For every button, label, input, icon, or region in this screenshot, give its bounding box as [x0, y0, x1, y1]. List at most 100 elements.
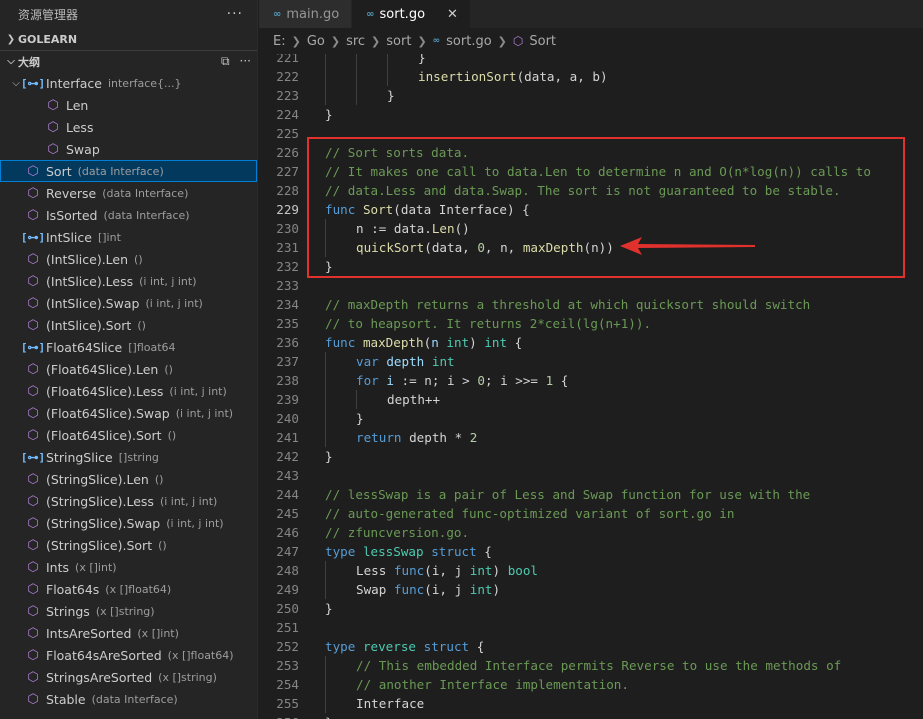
outline-item-detail: (i int, j int)	[159, 494, 218, 508]
project-section-header[interactable]: ❯ GOLEARN	[0, 28, 257, 50]
code-line[interactable]: 244 // lessSwap is a pair of Less and Swa…	[259, 485, 923, 504]
code-line[interactable]: 243	[259, 466, 923, 485]
code-line[interactable]: 222 insertionSort(data, a, b)	[259, 67, 923, 86]
code-line[interactable]: 224}	[259, 105, 923, 124]
outline-item[interactable]: ⬡ (IntSlice).Swap (i int, j int)	[0, 292, 257, 314]
code-line[interactable]: 245 // auto-generated func-optimized vari…	[259, 504, 923, 523]
code-line[interactable]: 238 for i := n; i > 0; i >>= 1 {	[259, 371, 923, 390]
code-line[interactable]: 253 // This embedded Interface permits Re…	[259, 656, 923, 675]
code-line[interactable]: 233	[259, 276, 923, 295]
outline-item[interactable]: ⬡ (IntSlice).Less (i int, j int)	[0, 270, 257, 292]
code-line[interactable]: 221}	[259, 54, 923, 67]
chevron-right-icon: ❯	[371, 34, 381, 48]
editor-tab[interactable]: ∞ main.go	[259, 0, 353, 28]
breadcrumb-segment[interactable]: Go	[307, 34, 325, 49]
outline-item[interactable]: ⬡ (Float64Slice).Sort ()	[0, 424, 257, 446]
outline-item[interactable]: ⬡ Ints (x []int)	[0, 556, 257, 578]
outline-item[interactable]: [⊶] IntSlice []int	[0, 226, 257, 248]
outline-item-detail: (x []string)	[95, 604, 155, 618]
code-line[interactable]: 254 // another Interface implementation.	[259, 675, 923, 694]
code-line[interactable]: 239 depth++	[259, 390, 923, 409]
code-line[interactable]: 240}	[259, 409, 923, 428]
breadcrumb-segment[interactable]: Sort	[529, 34, 556, 49]
outline-item[interactable]: ⬡ (IntSlice).Len ()	[0, 248, 257, 270]
indent-guide	[325, 675, 326, 694]
outline-item[interactable]: ⬡ Float64sAreSorted (x []float64)	[0, 644, 257, 666]
breadcrumb-segment[interactable]: E:	[273, 34, 286, 49]
code-text: // lessSwap is a pair of Less and Swap f…	[325, 485, 810, 504]
code-line[interactable]: 235 // to heapsort. It returns 2*ceil(lg(…	[259, 314, 923, 333]
more-actions-icon[interactable]: ···	[227, 6, 243, 22]
code-line[interactable]: 241 return depth * 2	[259, 428, 923, 447]
outline-item[interactable]: [⊶] StringSlice []string	[0, 446, 257, 468]
breadcrumb-segment[interactable]: sort.go	[446, 34, 492, 49]
code-line[interactable]: 237 var depth int	[259, 352, 923, 371]
outline-item-label: (StringSlice).Swap	[46, 515, 161, 531]
outline-item-label: (Float64Slice).Len	[46, 361, 159, 377]
code-line[interactable]: 247 type lessSwap struct {	[259, 542, 923, 561]
editor-tab[interactable]: ∞ sort.go ✕	[352, 0, 471, 28]
code-line[interactable]: 251	[259, 618, 923, 637]
method-cube-icon: ⬡	[27, 625, 39, 641]
outline-item[interactable]: ⬡ (StringSlice).Less (i int, j int)	[0, 490, 257, 512]
collapse-all-icon[interactable]: ⧉	[221, 54, 230, 69]
outline-item-detail: ()	[167, 428, 177, 442]
line-number: 248	[276, 563, 299, 578]
outline-item[interactable]: ⬡ Swap	[0, 138, 257, 160]
outline-item-label: Len	[66, 97, 89, 113]
breadcrumb-segment[interactable]: sort	[386, 34, 411, 49]
outline-item[interactable]: ⬡ (StringSlice).Len ()	[0, 468, 257, 490]
outline-item-label: Sort	[46, 163, 72, 179]
outline-item-detail: (x []string)	[158, 670, 217, 684]
outline-item[interactable]: ⬡ Stable (data Interface)	[0, 688, 257, 710]
indent-guide	[325, 409, 326, 428]
outline-item[interactable]: ⬡ Len	[0, 94, 257, 116]
outline-item[interactable]: ⬡ Reverse (data Interface)	[0, 182, 257, 204]
field-icon: [⊶]	[20, 230, 46, 244]
code-line[interactable]: 246 // zfuncversion.go.	[259, 523, 923, 542]
close-icon[interactable]: ✕	[447, 7, 458, 22]
outline-item[interactable]: ⬡ IntsAreSorted (x []int)	[0, 622, 257, 644]
outline-item-detail: ()	[137, 318, 146, 332]
outline-item[interactable]: ⬡ (Float64Slice).Swap (i int, j int)	[0, 402, 257, 424]
outline-item-label: Less	[66, 119, 94, 135]
code-line[interactable]: 223}	[259, 86, 923, 105]
outline-item[interactable]: ⬡ (StringSlice).Swap (i int, j int)	[0, 512, 257, 534]
code-token: bool	[507, 563, 539, 578]
code-line[interactable]: 242}	[259, 447, 923, 466]
code-text: type reverse struct {	[325, 637, 484, 656]
outline-item[interactable]: ⌵ [⊶] Interface interface{...}	[0, 72, 257, 94]
code-token: int	[446, 335, 470, 350]
outline-item-label: Reverse	[46, 185, 97, 201]
outline-section-header[interactable]: ⌵ 大纲 ⧉ ···	[0, 50, 257, 72]
code-line[interactable]: 236 func maxDepth(n int) int {	[259, 333, 923, 352]
more-actions-icon[interactable]: ···	[240, 54, 251, 69]
indent-guide	[325, 580, 326, 599]
outline-item[interactable]: ⬡ Float64s (x []float64)	[0, 578, 257, 600]
outline-item[interactable]: ⬡ StringsAreSorted (x []string)	[0, 666, 257, 688]
code-line[interactable]: 249 Swap func(i, j int)	[259, 580, 923, 599]
outline-item-label: StringSlice	[46, 449, 113, 465]
code-line[interactable]: 234 // maxDepth returns a threshold at wh…	[259, 295, 923, 314]
method-cube-icon: ⬡	[27, 471, 39, 487]
outline-item-detail: ()	[164, 362, 173, 376]
outline-item[interactable]: [⊶] Float64Slice []float64	[0, 336, 257, 358]
breadcrumb-segment[interactable]: src	[346, 34, 365, 49]
code-line[interactable]: 256}	[259, 713, 923, 719]
method-cube-icon: ⬡	[27, 273, 39, 289]
outline-item[interactable]: ⬡ (IntSlice).Sort ()	[0, 314, 257, 336]
code-line[interactable]: 250}	[259, 599, 923, 618]
code-token: maxDepth	[362, 335, 424, 350]
outline-item[interactable]: ⬡ Strings (x []string)	[0, 600, 257, 622]
code-line[interactable]: 255 Interface	[259, 694, 923, 713]
outline-item[interactable]: ⬡ (Float64Slice).Len ()	[0, 358, 257, 380]
code-line[interactable]: 252 type reverse struct {	[259, 637, 923, 656]
outline-item[interactable]: ⬡ Less	[0, 116, 257, 138]
outline-item[interactable]: ⬡ (StringSlice).Sort ()	[0, 534, 257, 556]
outline-item[interactable]: ⬡ (Float64Slice).Less (i int, j int)	[0, 380, 257, 402]
code-line[interactable]: 248 Less func(i, j int) bool	[259, 561, 923, 580]
outline-item[interactable]: ⬡ IsSorted (data Interface)	[0, 204, 257, 226]
outline-item[interactable]: ⬡ Sort (data Interface)	[0, 160, 257, 182]
code-token: func	[393, 582, 425, 597]
